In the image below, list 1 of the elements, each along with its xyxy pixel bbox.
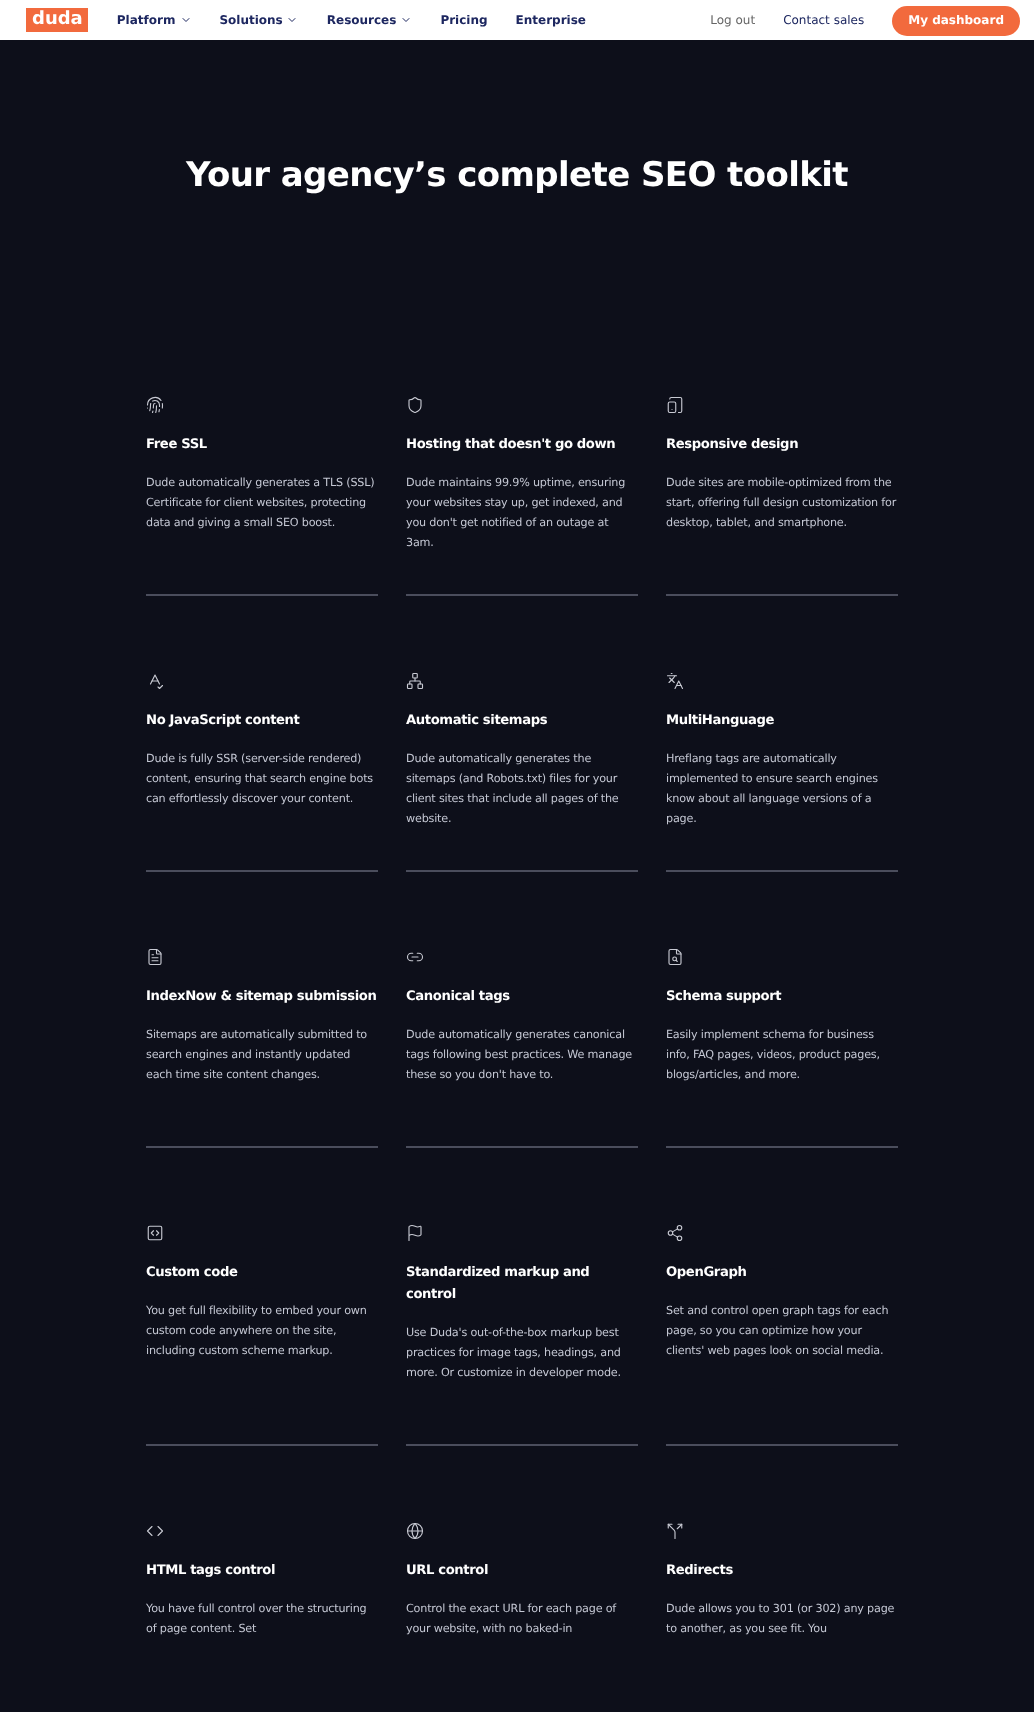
page-heading: Your agency’s complete SEO toolkit [184, 156, 850, 196]
